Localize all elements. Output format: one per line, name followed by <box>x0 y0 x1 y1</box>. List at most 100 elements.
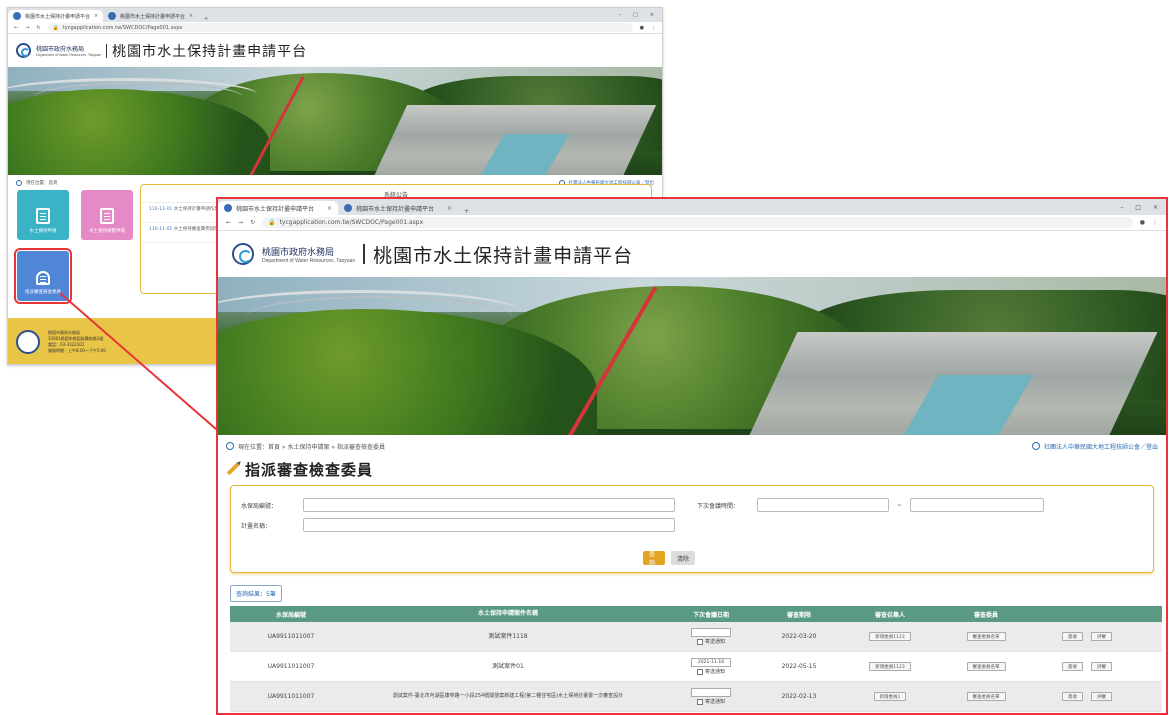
close-window-icon[interactable]: × <box>1153 204 1158 211</box>
location-icon <box>226 442 234 450</box>
address-bar: ← → ↻ 🔒 tycgapplication.com.tw/SWCDOC/Pag… <box>8 22 662 34</box>
site-header: 桃園市政府水務局 Department of Water Resources, … <box>218 231 1166 277</box>
sign-button[interactable]: 簽收 <box>1062 692 1083 701</box>
menu-dots-icon[interactable]: ⋮ <box>651 25 656 31</box>
reload-icon[interactable]: ↻ <box>250 219 255 226</box>
close-icon[interactable]: × <box>189 13 193 19</box>
close-icon[interactable]: × <box>447 205 452 212</box>
title-divider <box>106 43 108 58</box>
date-to-input[interactable] <box>910 498 1045 512</box>
table-row: UA9911011007 測試案件1118 寄送通知 2022-03-20 新增… <box>230 622 1162 652</box>
forward-arrow-icon[interactable]: → <box>238 219 243 226</box>
extension-icon[interactable]: ● <box>640 25 644 31</box>
table-row: UA9911011007 測試案件01 2021-11-16 寄送通知 2022-… <box>230 652 1162 682</box>
minimize-icon[interactable]: – <box>1120 204 1123 211</box>
window-controls: – □ × <box>611 12 662 18</box>
new-tab-icon[interactable]: + <box>458 208 475 215</box>
window-controls: – □ × <box>1112 204 1166 211</box>
browser-tab[interactable]: 桃園市水土保持計畫申請平台 × <box>338 201 458 215</box>
back-arrow-icon[interactable]: ← <box>226 219 231 226</box>
send-notice-checkbox[interactable]: 寄送通知 <box>696 638 725 645</box>
browser-tabbar: 桃園市水土保持計畫申請平台 × 桃園市水土保持計畫申請平台 × + – □ × <box>8 8 662 22</box>
case-no-field: 水保局編號： <box>241 498 675 512</box>
forward-arrow-icon[interactable]: → <box>25 25 29 31</box>
agency-logo-text: 桃園市政府水務局 Department of Water Resources, … <box>36 46 102 57</box>
date-from-input[interactable] <box>757 498 889 512</box>
site-title: 桃園市水土保持計畫申請平台 <box>373 244 634 267</box>
extension-icon[interactable]: ● <box>1140 219 1145 226</box>
user-icon <box>1031 442 1040 450</box>
breadcrumb-row: 現在位置：首頁 » 水土保持申請案 » 指派審查檢查委員 社團法人中華民國大地工… <box>218 435 1166 457</box>
meeting-date-input[interactable] <box>691 688 731 697</box>
send-notice-checkbox[interactable]: 寄送通知 <box>696 668 725 675</box>
member-list-button[interactable]: 審查委員名單 <box>966 662 1006 671</box>
review-button[interactable]: 評審 <box>1091 632 1112 641</box>
member-list-button[interactable]: 審查委員名單 <box>966 692 1006 701</box>
maximize-icon[interactable]: □ <box>1135 204 1141 211</box>
result-count: 查詢結果：5筆 <box>230 585 282 602</box>
location-icon <box>16 179 22 186</box>
case-no-input[interactable] <box>303 498 675 512</box>
foreground-browser-window: 桃園市水土保持計畫申請平台 × 桃園市水土保持計畫申請平台 × + – □ × ← → … <box>216 197 1168 715</box>
convener-select[interactable]: 新增委員1123 <box>869 662 911 671</box>
meeting-date-input[interactable] <box>691 628 731 637</box>
plan-name-field: 計畫名稱： <box>241 518 675 532</box>
meeting-date-input[interactable]: 2021-11-16 <box>691 658 731 667</box>
send-notice-checkbox[interactable]: 寄送通知 <box>696 698 725 705</box>
breadcrumb: 現在位置：首頁 » 水土保持申請案 » 指派審查檢查委員 <box>238 443 385 451</box>
convener-select[interactable]: 新增委員1123 <box>869 632 911 641</box>
back-arrow-icon[interactable]: ← <box>14 25 18 31</box>
person-icon <box>36 271 50 286</box>
agency-logo-icon <box>16 43 31 58</box>
favicon-icon <box>108 12 116 20</box>
tile-swc-report[interactable]: 水土保持規劃申報 <box>81 190 133 240</box>
browser-tab[interactable]: 桃園市水土保持計畫申請平台 × <box>8 10 103 22</box>
url-input[interactable]: 🔒 tycgapplication.com.tw/SWCDOC/Page001.a… <box>262 217 1133 228</box>
review-button[interactable]: 評審 <box>1091 662 1112 671</box>
address-bar: ← → ↻ 🔒 tycgapplication.com.tw/SWCDOC/Pag… <box>218 215 1166 231</box>
list-icon <box>100 208 114 225</box>
maximize-icon[interactable]: □ <box>633 12 638 18</box>
banner-image <box>8 67 662 175</box>
lock-icon: 🔒 <box>52 24 59 31</box>
tile-swc-application[interactable]: 水土保持申請 <box>17 190 69 240</box>
plan-name-input[interactable] <box>303 518 675 532</box>
logout-link[interactable]: 社團法人中華民國大地工程技師公會／登出 <box>1044 442 1158 451</box>
search-panel: 水保局編號： 計畫名稱： 下次會議時間： ~ 查詢 清除 <box>230 485 1154 573</box>
query-button[interactable]: 查詢 <box>643 551 665 567</box>
browser-tab[interactable]: 桃園市水土保持計畫申請平台 × <box>103 10 198 22</box>
review-button[interactable]: 評審 <box>1091 692 1112 701</box>
close-window-icon[interactable]: × <box>650 12 654 18</box>
banner-image <box>218 277 1166 435</box>
site-header: 桃園市政府水務局 Department of Water Resources, … <box>8 34 662 67</box>
document-icon <box>36 208 50 225</box>
breadcrumb: 現在位置：首頁 <box>26 180 58 186</box>
page-title: 指派審查檢查委員 <box>245 460 374 479</box>
tile-assign-reviewer[interactable]: 指派審查檢查委員 <box>14 248 72 304</box>
agency-logo-icon <box>232 243 254 265</box>
new-tab-icon[interactable]: + <box>198 16 214 22</box>
sign-button[interactable]: 簽收 <box>1062 632 1083 641</box>
clear-button[interactable]: 清除 <box>671 551 695 565</box>
favicon-icon <box>13 12 21 20</box>
reload-icon[interactable]: ↻ <box>36 25 40 31</box>
pencil-icon <box>226 462 240 476</box>
favicon-icon <box>224 204 232 212</box>
review-table: 水保局編號 水土保持申請案件名稱 下次會議日期 審查期限 審查召集人 審查委員 … <box>230 606 1162 712</box>
browser-tabbar: 桃園市水土保持計畫申請平台 × 桃園市水土保持計畫申請平台 × + – □ × <box>218 199 1166 215</box>
browser-tab[interactable]: 桃園市水土保持計畫申請平台 × <box>218 201 338 215</box>
sign-button[interactable]: 簽收 <box>1062 662 1083 671</box>
page-header: 指派審查檢查委員 <box>218 457 1166 481</box>
close-icon[interactable]: × <box>327 205 332 212</box>
member-list-button[interactable]: 審查委員名單 <box>966 632 1006 641</box>
meeting-date-field: 下次會議時間： ~ <box>697 498 1045 512</box>
footer-logo-icon <box>16 330 40 354</box>
menu-dots-icon[interactable]: ⋮ <box>1152 219 1158 226</box>
title-divider <box>363 244 366 264</box>
close-icon[interactable]: × <box>94 13 98 19</box>
url-input[interactable]: 🔒 tycgapplication.com.tw/SWCDOC/Page001.a… <box>47 23 633 32</box>
minimize-icon[interactable]: – <box>619 12 622 18</box>
agency-logo-text: 桃園市政府水務局 Department of Water Resources, … <box>262 247 356 264</box>
lock-icon: 🔒 <box>268 219 276 226</box>
convener-select[interactable]: 新增委員1 <box>873 692 907 701</box>
